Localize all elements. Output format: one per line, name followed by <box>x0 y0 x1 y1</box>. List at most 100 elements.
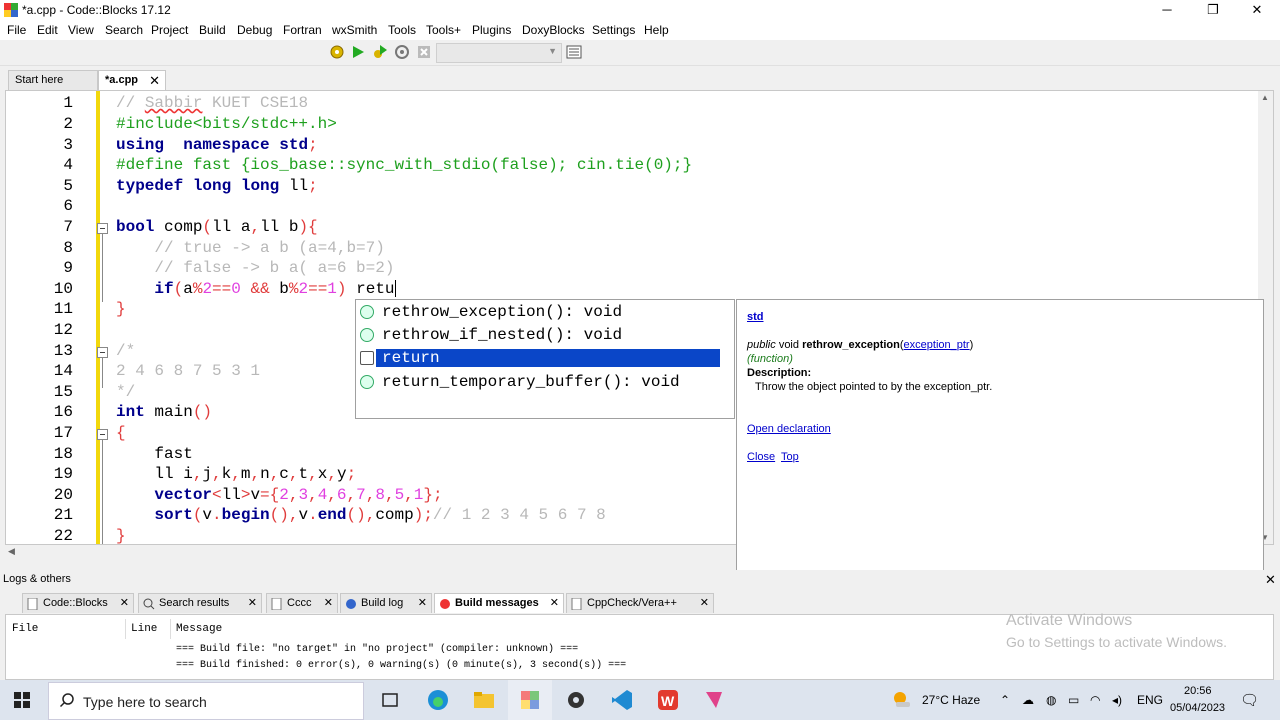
rebuild-icon[interactable] <box>394 44 410 60</box>
close-icon[interactable]: ✕ <box>120 594 129 613</box>
show-hidden-icons-icon[interactable]: ⌃ <box>1000 693 1010 707</box>
abort-icon[interactable] <box>416 44 432 60</box>
show-select-target-icon[interactable] <box>566 44 582 60</box>
line-number: 5 <box>63 177 73 195</box>
menu-edit[interactable]: Edit <box>37 23 58 37</box>
namespace-link[interactable]: std <box>747 311 764 323</box>
line-number: 11 <box>53 300 73 318</box>
scroll-up-icon[interactable]: ▲ <box>1261 93 1269 102</box>
minimize-button[interactable]: ─ <box>1144 0 1190 20</box>
menu-project[interactable]: Project <box>151 23 188 37</box>
tab-search-results[interactable]: Search results ✕ <box>138 593 262 613</box>
volume-icon[interactable]: ◂) <box>1112 693 1122 707</box>
menu-wxsmith[interactable]: wxSmith <box>332 23 377 37</box>
autocomplete-item[interactable]: return_temporary_buffer(): void <box>358 371 720 393</box>
menu-build[interactable]: Build <box>199 23 226 37</box>
column-header-line[interactable]: Line <box>131 623 157 635</box>
network-icon[interactable]: ◍ <box>1046 693 1056 707</box>
search-placeholder: Type here to search <box>83 694 207 710</box>
horizontal-scrollbar[interactable]: ◀ <box>5 545 745 560</box>
menu-doxyblocks[interactable]: DoxyBlocks <box>522 23 585 37</box>
notifications-icon[interactable]: 🗨 <box>1240 691 1259 709</box>
vscode-icon[interactable] <box>610 688 634 712</box>
activate-windows-text: Go to Settings to activate Windows. <box>1006 634 1227 650</box>
column-header-file[interactable]: File <box>12 623 38 635</box>
tab-cppcheck[interactable]: CppCheck/Vera++ ✕ <box>566 593 714 613</box>
run-icon[interactable] <box>350 44 366 60</box>
code-line: /* <box>116 342 136 360</box>
file-explorer-icon[interactable] <box>472 688 496 712</box>
code-line: typedef long long ll; <box>116 177 318 195</box>
scroll-left-icon[interactable]: ◀ <box>8 546 15 557</box>
close-icon[interactable]: ✕ <box>149 71 160 90</box>
build-gear-icon[interactable] <box>329 44 345 60</box>
code-line: sort(v.begin(),v.end(),comp);// 1 2 3 4 … <box>154 506 606 524</box>
line-number: 15 <box>53 383 73 401</box>
editor-tabs: Start here *a.cpp ✕ <box>0 66 1280 90</box>
title-bar: *a.cpp - Code::Blocks 17.12 ─ ❐ ✕ <box>0 0 1280 20</box>
search-icon <box>143 598 155 610</box>
battery-icon[interactable]: ▭ <box>1068 693 1079 707</box>
close-icon[interactable]: ✕ <box>248 594 257 613</box>
autocomplete-label: rethrow_exception(): void <box>382 303 623 321</box>
fold-toggle-icon[interactable] <box>97 223 108 234</box>
clock-date[interactable]: 05/04/2023 <box>1170 702 1225 714</box>
menu-help[interactable]: Help <box>644 23 669 37</box>
autocomplete-item-selected[interactable]: return <box>358 347 720 369</box>
close-button[interactable]: ✕ <box>1234 0 1280 20</box>
tab-codeblocks-log[interactable]: Code::Blocks ✕ <box>22 593 134 613</box>
menu-fortran[interactable]: Fortran <box>283 23 322 37</box>
taskbar-search-box[interactable]: Type here to search <box>48 682 364 720</box>
tab-label: CppCheck/Vera++ <box>587 597 677 609</box>
build-target-select[interactable]: ▼ <box>436 43 562 63</box>
tab-build-messages[interactable]: Build messages ✕ <box>434 593 564 613</box>
open-declaration-link[interactable]: Open declaration <box>747 423 831 435</box>
menu-view[interactable]: View <box>68 23 94 37</box>
menu-tools-plus[interactable]: Tools+ <box>426 23 461 37</box>
menu-tools[interactable]: Tools <box>388 23 416 37</box>
fold-line <box>102 234 103 302</box>
menu-settings[interactable]: Settings <box>592 23 635 37</box>
close-icon[interactable]: ✕ <box>418 594 427 613</box>
menu-debug[interactable]: Debug <box>237 23 272 37</box>
param-link[interactable]: exception_ptr <box>904 339 970 351</box>
tab-build-log[interactable]: Build log ✕ <box>340 593 432 613</box>
onedrive-icon[interactable]: ☁ <box>1022 693 1034 707</box>
tab-start-here[interactable]: Start here <box>8 70 98 90</box>
wps-icon[interactable]: W <box>656 688 680 712</box>
code-line: // Sabbir KUET CSE18 <box>116 94 309 112</box>
change-bar <box>96 91 100 544</box>
build-and-run-icon[interactable] <box>372 44 388 60</box>
tab-label: Build log <box>361 597 404 609</box>
edge-icon[interactable] <box>426 688 450 712</box>
close-link[interactable]: Close <box>747 451 775 463</box>
media-app-icon[interactable] <box>702 688 726 712</box>
tab-a-cpp[interactable]: *a.cpp ✕ <box>98 70 166 90</box>
maximize-button[interactable]: ❐ <box>1190 0 1236 20</box>
clock-time[interactable]: 20:56 <box>1184 685 1212 697</box>
windows-start-icon[interactable] <box>10 688 34 712</box>
close-icon[interactable]: ✕ <box>700 594 709 613</box>
menu-file[interactable]: File <box>7 23 26 37</box>
language-indicator[interactable]: ENG <box>1137 693 1163 707</box>
column-header-message[interactable]: Message <box>176 623 222 635</box>
close-icon[interactable]: ✕ <box>1265 572 1276 588</box>
menu-plugins[interactable]: Plugins <box>472 23 511 37</box>
line-number-gutter: 1 2 3 4 5 6 7 8 9 10 11 12 13 14 15 16 1… <box>6 91 96 544</box>
top-link[interactable]: Top <box>781 451 799 463</box>
fold-toggle-icon[interactable] <box>97 429 108 440</box>
autocomplete-item[interactable]: rethrow_if_nested(): void <box>358 324 720 346</box>
line-number: 2 <box>63 115 73 133</box>
weather-text[interactable]: 27°C Haze <box>922 693 980 707</box>
close-icon[interactable]: ✕ <box>550 594 559 613</box>
menu-search[interactable]: Search <box>105 23 143 37</box>
wifi-icon[interactable]: ◠ <box>1090 693 1100 707</box>
settings-gear-icon[interactable] <box>564 688 588 712</box>
description-text: Throw the object pointed to by the excep… <box>755 381 993 393</box>
tab-cccc[interactable]: Cccc ✕ <box>266 593 338 613</box>
fold-toggle-icon[interactable] <box>97 347 108 358</box>
close-icon[interactable]: ✕ <box>324 594 333 613</box>
autocomplete-item[interactable]: rethrow_exception(): void <box>358 301 720 323</box>
line-number: 8 <box>63 239 73 257</box>
task-view-icon[interactable] <box>378 688 402 712</box>
